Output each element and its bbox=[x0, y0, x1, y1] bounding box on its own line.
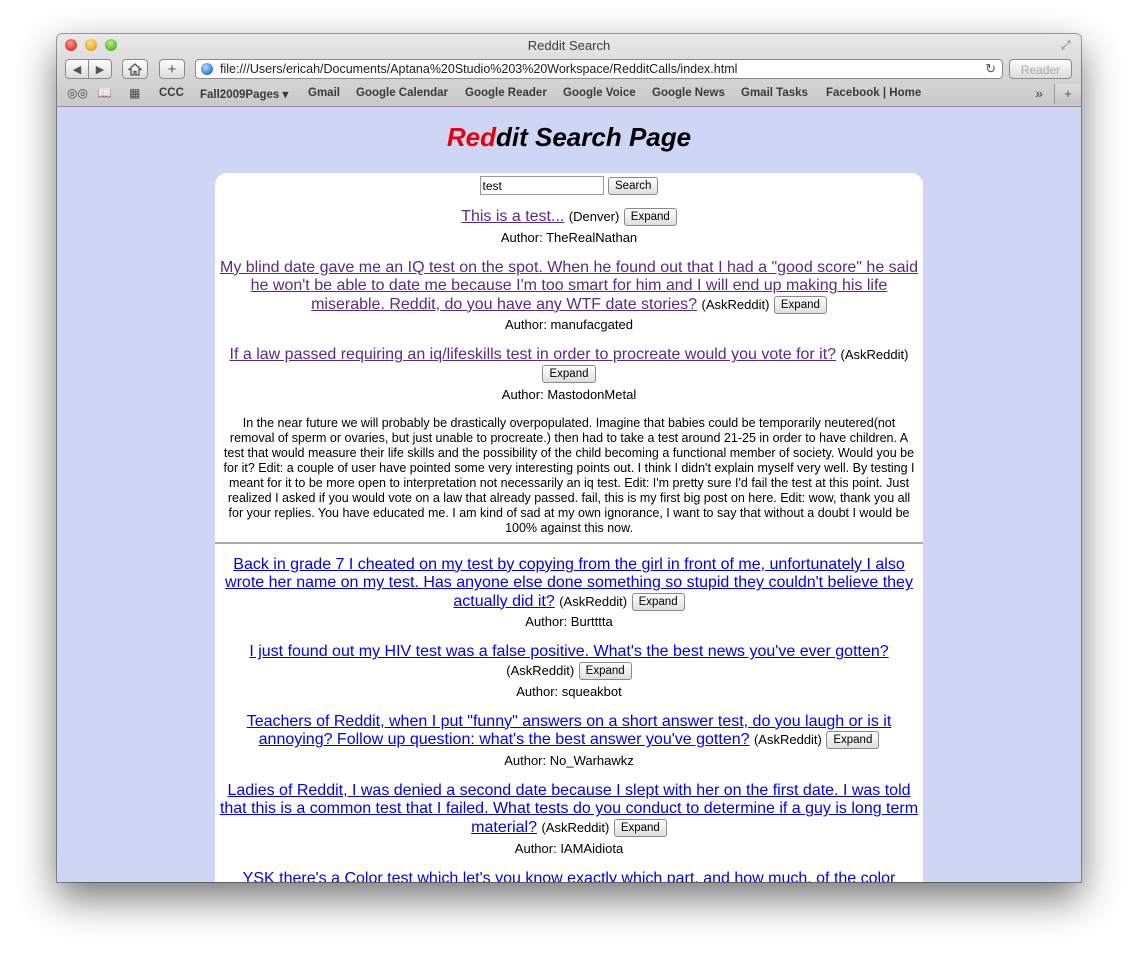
back-arrow-icon: ◀ bbox=[72, 64, 82, 76]
author-label: Author: manufacgated bbox=[505, 317, 633, 333]
subreddit-label: (AskReddit) bbox=[506, 663, 575, 679]
reader-button[interactable]: Reader bbox=[1009, 59, 1072, 79]
bookmark-facebook-home[interactable]: Facebook | Home bbox=[826, 87, 921, 99]
result-item: This is a test... (Denver) Expand Author… bbox=[215, 208, 923, 245]
author-label: Author: IAMAidiota bbox=[514, 840, 624, 856]
bookmark-google-voice[interactable]: Google Voice bbox=[563, 87, 636, 99]
page-viewport: Reddit Search Page Search This is a test… bbox=[57, 107, 1081, 882]
browser-toolbar: ◀ ▶ + file:///Users/ericah/Documents/Apt… bbox=[57, 58, 1081, 82]
expand-button[interactable]: Expand bbox=[773, 295, 827, 314]
reload-icon[interactable]: ↻ bbox=[985, 61, 996, 77]
divider bbox=[215, 541, 923, 544]
home-button[interactable] bbox=[122, 59, 148, 79]
top-sites-grid-icon[interactable]: ▦ bbox=[129, 86, 140, 100]
address-bar[interactable]: file:///Users/ericah/Documents/Aptana%20… bbox=[195, 59, 1003, 79]
subreddit-label: (Denver) bbox=[568, 209, 620, 225]
expand-button[interactable]: Expand bbox=[613, 818, 667, 837]
page-title: Reddit Search Page bbox=[57, 122, 1081, 153]
search-form: Search bbox=[215, 173, 923, 200]
plus-icon: + bbox=[167, 61, 177, 78]
bookmark-google-reader[interactable]: Google Reader bbox=[465, 87, 547, 99]
new-tab-button[interactable]: + bbox=[1054, 84, 1081, 104]
bookmark-ccc[interactable]: CCC bbox=[159, 87, 184, 99]
expand-button[interactable]: Expand bbox=[631, 592, 685, 611]
fullscreen-icon[interactable]: ⤢ bbox=[1061, 38, 1075, 52]
url-text[interactable]: file:///Users/ericah/Documents/Aptana%20… bbox=[220, 62, 737, 76]
search-button[interactable]: Search bbox=[608, 176, 659, 195]
bookmark-google-news[interactable]: Google News bbox=[652, 87, 725, 99]
browser-window: Reddit Search ⤢ ◀ ▶ + file:///Users/eric… bbox=[57, 34, 1081, 882]
browser-chrome: Reddit Search ⤢ ◀ ▶ + file:///Users/eric… bbox=[57, 34, 1081, 107]
author-label: Author: MastodonMetal bbox=[501, 386, 637, 402]
globe-icon bbox=[201, 63, 213, 75]
expanded-selftext: In the near future we will probably be d… bbox=[223, 415, 915, 535]
bookmark-gmail[interactable]: Gmail bbox=[308, 87, 340, 99]
page-title-red: Red bbox=[446, 122, 497, 152]
result-item: My blind date gave me an IQ test on the … bbox=[215, 259, 923, 333]
plus-icon: + bbox=[1064, 86, 1072, 101]
subreddit-label: (AskReddit) bbox=[753, 732, 822, 748]
result-item: Teachers of Reddit, when I put "funny" a… bbox=[215, 713, 923, 768]
subreddit-label: (AskReddit) bbox=[701, 296, 770, 312]
author-label: Author: TheRealNathan bbox=[500, 229, 638, 245]
result-item: I just found out my HIV test was a false… bbox=[215, 643, 923, 698]
reading-list-icon[interactable]: ◎◎ bbox=[67, 86, 88, 100]
author-label: Author: No_Warhawkz bbox=[504, 752, 634, 768]
result-item: If a law passed requiring an iq/lifeskil… bbox=[215, 346, 923, 544]
bookmarks-bar: ◎◎ 📖 ▦ CCC Fall2009Pages ▾ Gmail Google … bbox=[57, 84, 1081, 104]
forward-button[interactable]: ▶ bbox=[88, 59, 112, 79]
add-bookmark-button[interactable]: + bbox=[159, 59, 185, 79]
forward-arrow-icon: ▶ bbox=[95, 64, 105, 76]
book-icon[interactable]: 📖 bbox=[97, 86, 112, 100]
more-bookmarks-icon[interactable]: » bbox=[1035, 85, 1043, 101]
expand-button[interactable]: Expand bbox=[578, 661, 632, 680]
author-label: Author: Burtttta bbox=[525, 614, 613, 630]
expand-button[interactable]: Expand bbox=[542, 364, 596, 383]
window-title: Reddit Search bbox=[527, 38, 611, 53]
bookmark-gmail-tasks[interactable]: Gmail Tasks bbox=[741, 87, 808, 99]
search-input[interactable] bbox=[479, 176, 604, 195]
back-button[interactable]: ◀ bbox=[65, 59, 89, 79]
expand-button[interactable]: Expand bbox=[826, 731, 880, 750]
home-icon bbox=[127, 63, 143, 76]
result-item: Ladies of Reddit, I was denied a second … bbox=[215, 782, 923, 856]
expand-button[interactable]: Expand bbox=[623, 208, 677, 226]
result-title-link[interactable]: If a law passed requiring an iq/lifeskil… bbox=[230, 346, 837, 363]
subreddit-label: (AskReddit) bbox=[559, 593, 628, 609]
results-panel: Search This is a test... (Denver) Expand… bbox=[215, 173, 923, 882]
subreddit-label: (AskReddit) bbox=[840, 347, 909, 363]
bookmark-fall2009pages[interactable]: Fall2009Pages ▾ bbox=[200, 87, 288, 101]
page-title-rest: dit Search Page bbox=[496, 122, 692, 152]
result-item: YSK there's a Color test which let's you… bbox=[215, 870, 923, 882]
result-item: Back in grade 7 I cheated on my test by … bbox=[215, 556, 923, 630]
subreddit-label: (AskReddit) bbox=[541, 820, 610, 836]
bookmark-google-calendar[interactable]: Google Calendar bbox=[356, 87, 448, 99]
author-label: Author: squeakbot bbox=[516, 683, 622, 699]
result-title-link[interactable]: This is a test... bbox=[461, 208, 564, 225]
result-title-link[interactable]: I just found out my HIV test was a false… bbox=[249, 643, 888, 660]
title-bar: Reddit Search ⤢ bbox=[57, 34, 1081, 56]
result-title-link[interactable]: YSK there's a Color test which let's you… bbox=[243, 870, 896, 882]
